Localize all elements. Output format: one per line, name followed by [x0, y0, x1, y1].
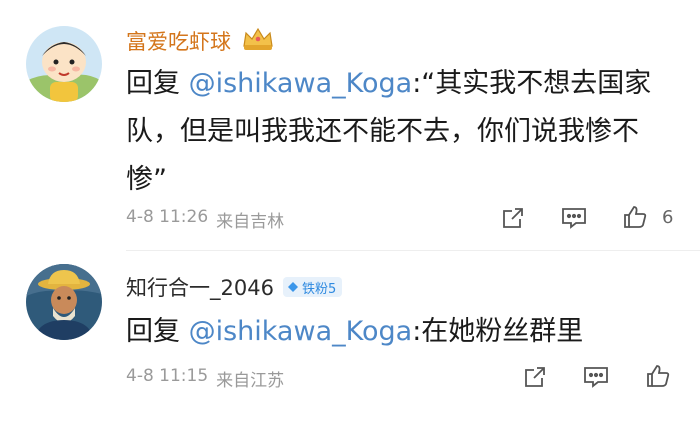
comment-icon[interactable]: [559, 203, 589, 233]
timestamp: 4-8 11:15: [126, 366, 209, 386]
name-row: 富爱吃虾球: [126, 26, 275, 56]
fan-badge-label: 铁粉5: [301, 281, 337, 297]
mention-link[interactable]: @ishikawa_Koga: [189, 316, 413, 347]
reply-prefix: 回复: [126, 68, 189, 99]
avatar[interactable]: [26, 264, 102, 340]
timestamp: 4-8 11:26: [126, 207, 209, 227]
like-count: 6: [662, 207, 674, 228]
comment-item: 富爱吃虾球 回复 @ishikawa_Koga:“其实我不想去国家队，但是叫我我…: [0, 0, 700, 250]
username[interactable]: 知行合一_2046: [126, 272, 274, 302]
location: 来自吉林: [216, 212, 285, 232]
comment-text: 回复 @ishikawa_Koga:在她粉丝群里: [126, 308, 671, 356]
comment-meta: 4-8 11:26 来自吉林: [126, 207, 284, 232]
comment-text: 回复 @ishikawa_Koga:“其实我不想去国家队，但是叫我我还不能不去，…: [126, 60, 671, 204]
comment-body: :在她粉丝群里: [412, 316, 584, 347]
cartoon-avatar-image: [26, 26, 102, 102]
fan-badge[interactable]: 铁粉5: [282, 277, 343, 297]
comment-item: 知行合一_2046 铁粉5 回复 @ishikawa_Koga:在她粉丝群里 4…: [0, 250, 700, 432]
username[interactable]: 富爱吃虾球: [126, 26, 231, 56]
location: 来自江苏: [216, 371, 285, 391]
avatar[interactable]: [26, 26, 102, 102]
comment-meta: 4-8 11:15 来自江苏: [126, 366, 284, 391]
like-icon[interactable]: [620, 202, 650, 232]
reply-prefix: 回复: [126, 316, 189, 347]
like-icon[interactable]: [643, 361, 673, 391]
name-row: 知行合一_2046 铁粉5: [126, 272, 343, 302]
mention-link[interactable]: @ishikawa_Koga: [189, 68, 413, 99]
painting-avatar-image: [26, 264, 102, 340]
fan-diamond-icon: [287, 282, 298, 292]
comment-icon[interactable]: [581, 362, 611, 392]
crown-badge-icon: [241, 26, 275, 56]
share-icon[interactable]: [498, 203, 528, 233]
share-icon[interactable]: [520, 362, 550, 392]
